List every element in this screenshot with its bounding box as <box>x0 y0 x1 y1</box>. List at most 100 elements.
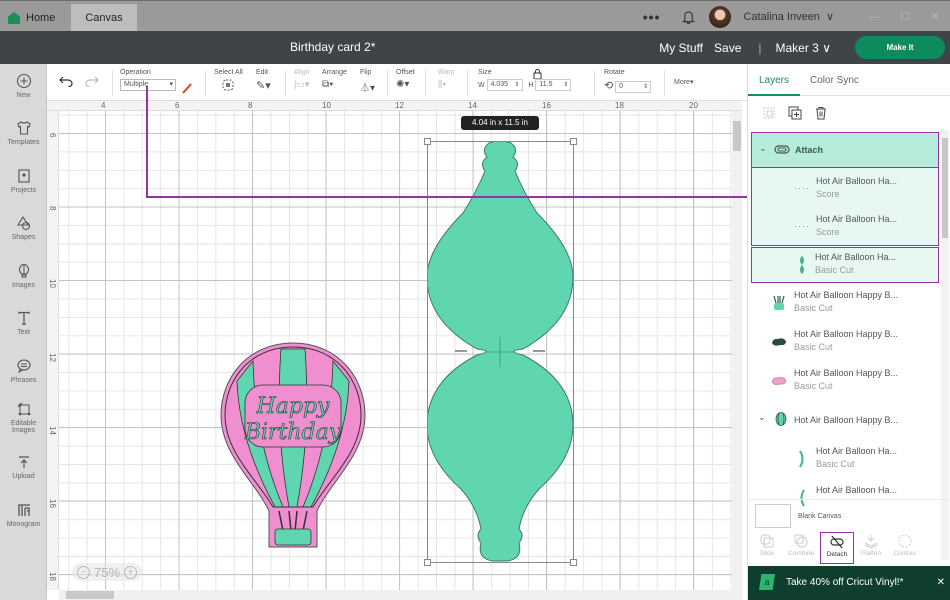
sidebar-item-monogram[interactable]: Monogram <box>0 502 47 528</box>
tab-home[interactable]: Home <box>8 4 55 32</box>
redo-icon[interactable] <box>85 75 99 87</box>
operation-select[interactable]: Multiple <box>120 79 176 91</box>
avatar[interactable] <box>709 5 732 28</box>
promo-banner[interactable]: a Take 40% off Cricut Vinyl!* ✕ <box>748 566 950 600</box>
sidebar-item-phrases[interactable]: Phrases <box>0 358 47 384</box>
zoom-in-button[interactable]: + <box>124 565 138 579</box>
slice-button[interactable]: Slice <box>750 534 784 557</box>
layer-group-balloon[interactable]: ⌄ Hot Air Balloon Happy B... <box>751 405 939 433</box>
layer-item[interactable]: Hot Air Balloon Happy B... Basic Cut <box>751 286 939 322</box>
rotate-icon[interactable]: ⟲ <box>604 80 613 92</box>
tab-canvas[interactable]: Canvas <box>71 4 137 32</box>
group-icon[interactable] <box>762 106 776 120</box>
height-spinner[interactable]: ⇕ <box>563 80 568 90</box>
more-options-button[interactable]: ••• <box>643 9 661 25</box>
promo-text[interactable]: Take 40% off Cricut Vinyl!* <box>786 577 903 588</box>
select-all-group[interactable]: Select All <box>214 69 243 93</box>
lock-icon[interactable] <box>533 69 542 79</box>
design-canvas[interactable]: Happy Birthday <box>47 101 742 590</box>
flatten-button[interactable]: Flatten <box>854 534 888 557</box>
chevron-down-icon[interactable]: ∨ <box>826 10 834 23</box>
scroll-thumb[interactable] <box>66 591 114 599</box>
zoom-level: 75% <box>93 564 121 580</box>
scroll-thumb[interactable] <box>733 121 741 151</box>
save-button[interactable]: Save <box>714 41 741 55</box>
scroll-thumb[interactable] <box>942 138 948 238</box>
selection-box[interactable] <box>424 138 577 566</box>
left-sidebar: New Templates Projects Shapes Images Tex… <box>0 64 47 600</box>
tab-layers[interactable]: Layers <box>759 75 789 86</box>
width-label: W <box>478 81 485 89</box>
warp-group[interactable]: Warp ⫼▾ <box>438 69 454 90</box>
delete-handle[interactable] <box>424 559 431 566</box>
close-window-button[interactable]: ✕ <box>920 10 950 23</box>
sidebar-item-upload[interactable]: Upload <box>0 454 47 480</box>
user-name[interactable]: Catalina Inveen <box>743 11 819 23</box>
close-icon[interactable]: ✕ <box>937 577 945 588</box>
flip-label: Flip <box>360 69 372 76</box>
op-label: Contour <box>893 550 917 557</box>
zoom-out-button[interactable]: − <box>76 565 90 579</box>
resize-handle[interactable] <box>424 138 431 145</box>
combine-button[interactable]: Combine <box>784 534 818 557</box>
duplicate-icon[interactable] <box>788 106 802 120</box>
hot-air-balloon-image[interactable]: Happy Birthday <box>219 341 367 553</box>
flip-group[interactable]: Flip ⏃▾ <box>360 69 375 94</box>
balloon-text-birthday: Birthday <box>244 420 342 445</box>
canvas-horizontal-scrollbar[interactable] <box>59 590 742 600</box>
undo-icon[interactable] <box>59 75 73 87</box>
sidebar-item-images[interactable]: Images <box>0 263 47 289</box>
tab-color-sync[interactable]: Color Sync <box>810 75 859 86</box>
layer-item[interactable]: ···· Hot Air Balloon Ha... Score <box>751 210 939 246</box>
chevron-down-icon[interactable]: ⌄ <box>758 412 766 423</box>
contour-button[interactable]: Contour <box>888 534 922 557</box>
maximize-button[interactable]: ☐ <box>890 10 920 23</box>
blank-canvas-label: Blank Canvas <box>798 513 842 520</box>
arrange-group[interactable]: Arrange ⧉▾ <box>322 69 347 90</box>
width-input[interactable]: 4.035 ⇕ <box>486 79 523 91</box>
sidebar-item-projects[interactable]: Projects <box>0 168 47 194</box>
layer-item[interactable]: Hot Air Balloon Happy B... Basic Cut <box>751 364 939 400</box>
sidebar-item-text[interactable]: Text <box>0 310 47 336</box>
more-button[interactable]: More▾ <box>674 78 693 86</box>
header-separator: | <box>758 40 762 55</box>
ruler-tick-label: 14 <box>48 426 57 435</box>
offset-group[interactable]: Offset ✺▾ <box>396 69 415 90</box>
layer-group-attach[interactable]: ⌄ Attach <box>751 132 939 168</box>
rotate-handle[interactable] <box>570 138 577 145</box>
pen-color-icon[interactable] <box>181 82 193 94</box>
canvas-vertical-scrollbar[interactable] <box>732 111 742 590</box>
blank-canvas-row[interactable]: Blank Canvas <box>748 499 950 535</box>
balloon-thumbnail-icon <box>775 412 787 426</box>
minimize-button[interactable]: — <box>860 11 890 23</box>
layer-name: Hot Air Balloon Happy B... <box>794 415 899 425</box>
sidebar-item-templates[interactable]: Templates <box>0 120 47 146</box>
sidebar-item-new[interactable]: New <box>0 73 47 99</box>
bell-icon[interactable] <box>682 10 696 24</box>
scale-handle[interactable] <box>570 559 577 566</box>
sidebar-item-shapes[interactable]: Shapes <box>0 215 47 241</box>
edit-group[interactable]: Edit ✎▾ <box>256 69 271 92</box>
align-group[interactable]: Align |▭▾ <box>294 69 310 90</box>
layer-name: Hot Air Balloon Ha... <box>816 176 898 186</box>
make-it-button[interactable]: Make It <box>855 36 945 59</box>
width-spinner[interactable]: ⇕ <box>515 80 520 90</box>
layer-item[interactable]: Hot Air Balloon Ha... Basic Cut <box>751 442 939 478</box>
chevron-down-icon[interactable]: ⌄ <box>759 143 767 154</box>
machine-selector[interactable]: Maker 3 ∨ <box>776 41 832 55</box>
rotate-spinner[interactable]: ⇕ <box>643 82 648 92</box>
sidebar-item-editable-images[interactable]: Editable Images <box>0 401 47 434</box>
trash-icon[interactable] <box>814 106 828 120</box>
size-group: Size W 4.035 ⇕ H 11.5 ⇕ <box>478 69 572 91</box>
height-input[interactable]: 11.5 ⇕ <box>535 79 572 91</box>
layer-item-selected[interactable]: Hot Air Balloon Ha... Basic Cut <box>751 247 939 283</box>
layer-item[interactable]: ···· Hot Air Balloon Ha... Score <box>751 172 939 208</box>
detach-button[interactable]: Detach <box>820 532 854 564</box>
rotate-input[interactable]: 0 ⇕ <box>615 81 652 94</box>
layer-item[interactable]: Hot Air Balloon Happy B... Basic Cut <box>751 325 939 361</box>
layers-scrollbar[interactable] <box>941 130 949 560</box>
sidebar-item-label: Phrases <box>10 377 37 384</box>
my-stuff-link[interactable]: My Stuff <box>659 41 703 55</box>
blank-canvas-swatch[interactable] <box>755 504 791 528</box>
layer-operation: Basic Cut <box>816 459 855 469</box>
